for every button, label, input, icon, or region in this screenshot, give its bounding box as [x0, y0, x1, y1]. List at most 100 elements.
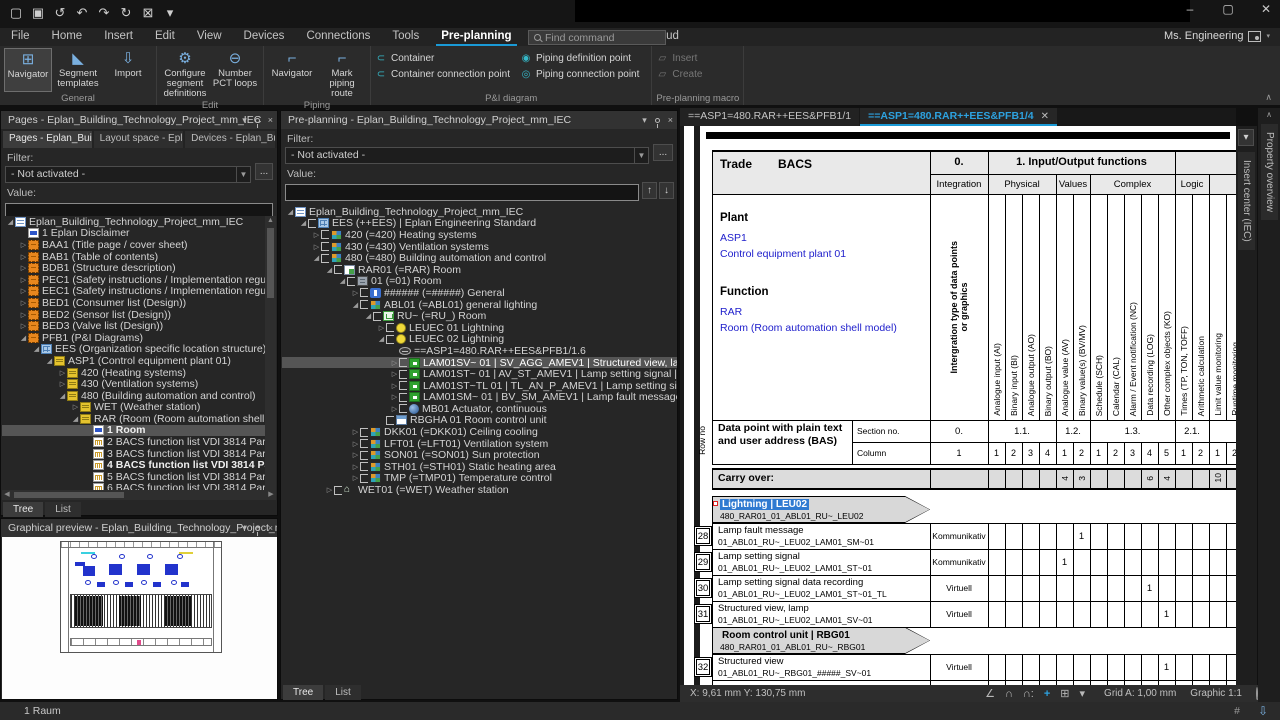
tree-item[interactable]: ▷420 (=420) Heating systems: [282, 229, 677, 241]
pages-panel-tab-2[interactable]: Devices - Eplan_Buildi...: [185, 131, 275, 148]
tree-item[interactable]: ▷BAB1 (Table of contents): [2, 251, 265, 263]
search-up-button[interactable]: ↑: [642, 182, 657, 199]
magnet-icon[interactable]: ∩: [1005, 688, 1013, 700]
tree-item[interactable]: ▷STH01 (=STH01) Static heating area: [282, 461, 677, 473]
maximize-button[interactable]: ▢: [1220, 2, 1236, 16]
collapse-icon[interactable]: ◢: [286, 208, 295, 216]
tree-item[interactable]: ◢LEUEC 02 Lightning: [282, 334, 677, 346]
piping-connection-point-button[interactable]: ◎Piping connection point: [520, 68, 639, 81]
tree-item[interactable]: 6 BACS function list VDI 3814 Part 4.3: [2, 483, 265, 490]
import-tray-icon[interactable]: ⇩: [1258, 704, 1268, 718]
collapse-icon[interactable]: ◢: [32, 345, 41, 353]
open-page-icon[interactable]: ▣: [30, 4, 46, 22]
row-number[interactable]: 28: [694, 526, 712, 546]
expand-icon[interactable]: ▷: [19, 299, 28, 307]
angle-snap-icon[interactable]: ∠: [985, 687, 995, 700]
close-icon[interactable]: ×: [668, 111, 673, 129]
expand-icon[interactable]: ▷: [19, 264, 28, 272]
expand-icon[interactable]: ▷: [351, 474, 360, 482]
ribbon-tab-edit[interactable]: Edit: [144, 28, 186, 46]
tree-item[interactable]: ▷DKK01 (=DKK01) Ceiling cooling: [282, 426, 677, 438]
tree-item[interactable]: 1 Room: [2, 425, 265, 437]
tab-property-overview[interactable]: Property overview: [1261, 124, 1278, 220]
expand-icon[interactable]: ▷: [390, 370, 399, 378]
pin-icon[interactable]: [655, 118, 660, 123]
tree-item[interactable]: ◢480 (Building automation and control): [2, 390, 265, 402]
minimize-button[interactable]: –: [1182, 2, 1198, 16]
ribbon-tab-pre-planning[interactable]: Pre-planning: [430, 28, 522, 46]
expand-icon[interactable]: ▷: [71, 403, 80, 411]
row-number[interactable]: 31: [694, 604, 712, 624]
collapse-icon[interactable]: ◢: [312, 254, 321, 262]
import-button[interactable]: ⇩Import: [104, 48, 152, 92]
pages-view-tab-list[interactable]: List: [45, 502, 81, 517]
mark-piping-route-button[interactable]: ⌐Mark piping route: [318, 48, 366, 99]
editor-tab-1[interactable]: ==ASP1=480.RAR++EES&PFB1/1: [680, 108, 859, 126]
crosshair-icon[interactable]: +: [1044, 688, 1050, 700]
undo-dropdown-icon[interactable]: ↺: [52, 4, 68, 22]
tree-item[interactable]: ▷430 (=430) Ventilation systems: [282, 241, 677, 253]
create-button[interactable]: ▱Create: [656, 68, 702, 81]
close-button[interactable]: ✕: [1258, 2, 1274, 16]
tree-item[interactable]: ▷BED2 (Sensor list (Design)): [2, 309, 265, 321]
ribbon-tab-connections[interactable]: Connections: [295, 28, 381, 46]
filter-combobox[interactable]: - Not activated -▼: [5, 166, 251, 183]
piping-definition-point-button[interactable]: ◉Piping definition point: [520, 52, 639, 65]
preplanning-view-tab-list[interactable]: List: [325, 685, 361, 700]
tree-item[interactable]: ▷BDB1 (Structure description): [2, 262, 265, 274]
tree-item[interactable]: ▷###### (=#####) General: [282, 287, 677, 299]
tab-insert-center[interactable]: Insert center (IEC): [1238, 152, 1255, 250]
expand-icon[interactable]: ▷: [325, 486, 334, 494]
tree-item[interactable]: ◢480 (=480) Building automation and cont…: [282, 252, 677, 264]
container-button[interactable]: ⊂Container: [375, 52, 510, 65]
collapse-icon[interactable]: ◢: [377, 335, 386, 343]
row-number[interactable]: 32: [694, 657, 712, 677]
tree-item[interactable]: ▷WET (Weather station): [2, 402, 265, 414]
tree-item[interactable]: ▷420 (Heating systems): [2, 367, 265, 379]
pages-view-tab-tree[interactable]: Tree: [3, 502, 43, 517]
expand-icon[interactable]: ▷: [312, 243, 321, 251]
tree-item[interactable]: ▷TMP (=TMP01) Temperature control: [282, 473, 677, 485]
expand-icon[interactable]: ▷: [351, 440, 360, 448]
tree-item[interactable]: ▷BAA1 (Title page / cover sheet): [2, 239, 265, 251]
hash-icon[interactable]: #: [1234, 705, 1240, 717]
tree-item[interactable]: 2 BACS function list VDI 3814 Part 4.3: [2, 436, 265, 448]
pages-tree-vscrollbar[interactable]: ▲: [265, 216, 276, 490]
preplanning-view-tab-tree[interactable]: Tree: [283, 685, 323, 700]
value-input[interactable]: [285, 184, 639, 201]
tree-item[interactable]: ▷MB01 Actuator, continuous: [282, 403, 677, 415]
preview-panel-title[interactable]: Graphical preview - Eplan_Building_Techn…: [1, 519, 277, 537]
expand-icon[interactable]: ▷: [351, 463, 360, 471]
collapse-icon[interactable]: ◢: [338, 277, 347, 285]
tree-item[interactable]: ▷LEUEC 01 Lightning: [282, 322, 677, 334]
collapse-icon[interactable]: ◢: [58, 392, 67, 400]
tree-item[interactable]: ▷LAM01ST~TL 01 | TL_AN_P_AMEV1 | Lamp se…: [282, 380, 677, 392]
tree-item[interactable]: ▷PEC1 (Safety instructions / Implementat…: [2, 274, 265, 286]
expand-icon[interactable]: ▷: [19, 287, 28, 295]
tree-item[interactable]: RBGHA 01 Room control unit: [282, 415, 677, 427]
tree-item[interactable]: ◢PFB1 (P&I Diagrams): [2, 332, 265, 344]
expand-icon[interactable]: ▷: [19, 241, 28, 249]
filter-more-button[interactable]: ...: [255, 163, 273, 180]
tree-item[interactable]: ▷LAM01ST~ 01 | AV_ST_AMEV1 | Lamp settin…: [282, 368, 677, 380]
redo-dropdown-icon[interactable]: ↻: [118, 4, 134, 22]
number-pct-loops-button[interactable]: ⊖Number PCT loops: [211, 48, 259, 99]
tree-item[interactable]: ▷SON01 (=SON01) Sun protection: [282, 449, 677, 461]
tree-item[interactable]: ▷⌂WET01 (=WET) Weather station: [282, 484, 677, 496]
expand-icon[interactable]: ▷: [390, 405, 399, 413]
preplanning-panel-title[interactable]: Pre-planning - Eplan_Building_Technology…: [281, 111, 677, 129]
ribbon-collapse-icon[interactable]: ∧: [1265, 92, 1272, 103]
navigator-button[interactable]: ⌐Navigator: [268, 48, 316, 99]
container-connection-point-button[interactable]: ⊂Container connection point: [375, 68, 510, 81]
dock-dropdown-button[interactable]: ▾: [1238, 129, 1254, 146]
expand-icon[interactable]: ▷: [58, 369, 67, 377]
tree-item[interactable]: ◢ABL01 (=ABL01) general lighting: [282, 299, 677, 311]
ribbon-tab-home[interactable]: Home: [41, 28, 94, 46]
ribbon-tab-view[interactable]: View: [186, 28, 233, 46]
tree-item[interactable]: ◢EES (++EES) | Eplan Engineering Standar…: [282, 218, 677, 230]
panel-dropdown-icon[interactable]: ▾: [242, 519, 247, 537]
tree-item[interactable]: ▷EEC1 (Safety instructions / Implementat…: [2, 286, 265, 298]
tree-item[interactable]: 5 BACS function list VDI 3814 Part 4.3: [2, 471, 265, 483]
tree-item[interactable]: ◢RAR01 (=RAR) Room: [282, 264, 677, 276]
tree-item[interactable]: ▷LAM01SM~ 01 | BV_SM_AMEV1 | Lamp fault …: [282, 392, 677, 404]
